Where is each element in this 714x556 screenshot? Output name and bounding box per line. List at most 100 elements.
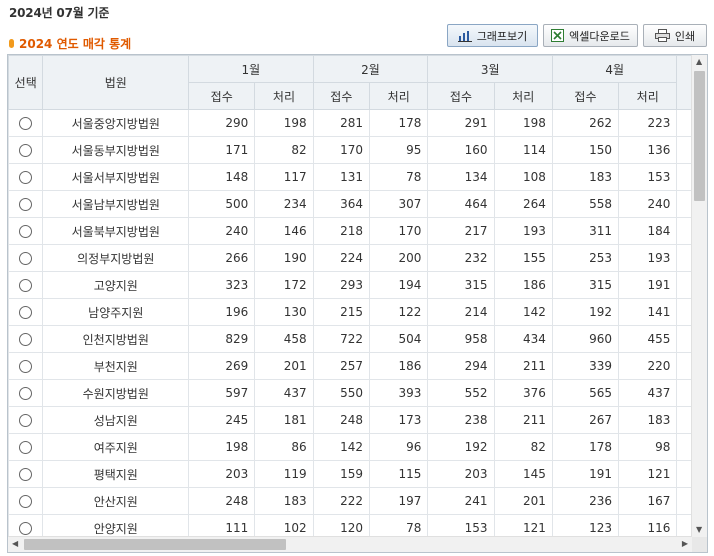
value-cell: 191 xyxy=(551,460,620,488)
excel-download-button[interactable]: 엑셀다운로드 xyxy=(543,24,638,47)
table-row[interactable]: 여주지원 198 86 142 96 192 82 178 98 xyxy=(8,433,707,461)
row-select-radio[interactable] xyxy=(19,144,33,157)
row-select-radio[interactable] xyxy=(19,279,33,292)
value-cell: 211 xyxy=(493,406,553,434)
row-select-radio[interactable] xyxy=(19,414,33,427)
select-cell[interactable] xyxy=(8,460,44,488)
select-cell[interactable] xyxy=(8,406,44,434)
court-name-cell: 부천지원 xyxy=(42,352,190,380)
row-select-radio[interactable] xyxy=(19,468,33,481)
table-row[interactable]: 서울중앙지방법원 290 198 281 178 291 198 262 223 xyxy=(8,109,707,137)
row-select-radio[interactable] xyxy=(19,225,33,238)
value-cell: 201 xyxy=(493,487,553,515)
court-header: 법원 xyxy=(42,55,190,110)
value-cell: 245 xyxy=(188,406,256,434)
print-button[interactable]: 인쇄 xyxy=(643,24,707,47)
select-cell[interactable] xyxy=(8,163,44,191)
value-cell: 134 xyxy=(427,163,495,191)
select-cell[interactable] xyxy=(8,190,44,218)
table-row[interactable]: 부천지원 269 201 257 186 294 211 339 220 xyxy=(8,352,707,380)
value-cell: 215 xyxy=(312,298,371,326)
select-cell[interactable] xyxy=(8,244,44,272)
row-select-radio[interactable] xyxy=(19,198,33,211)
table-row[interactable]: 평택지원 203 119 159 115 203 145 191 121 xyxy=(8,460,707,488)
court-name-cell: 서울남부지방법원 xyxy=(42,190,190,218)
value-cell: 192 xyxy=(427,433,495,461)
row-select-radio[interactable] xyxy=(19,117,33,130)
printer-icon xyxy=(654,29,670,42)
value-cell: 203 xyxy=(188,460,256,488)
value-cell: 376 xyxy=(493,379,553,407)
value-cell: 198 xyxy=(188,433,256,461)
select-cell[interactable] xyxy=(8,379,44,407)
scroll-up-icon[interactable]: ▲ xyxy=(696,58,702,66)
receipt-header: 접수 xyxy=(427,82,495,110)
select-cell[interactable] xyxy=(8,136,44,164)
value-cell: 294 xyxy=(427,352,495,380)
print-label: 인쇄 xyxy=(674,29,696,43)
value-cell: 184 xyxy=(618,217,678,245)
table-row[interactable]: 서울북부지방법원 240 146 218 170 217 193 311 184 xyxy=(8,217,707,245)
select-cell[interactable] xyxy=(8,487,44,515)
value-cell: 240 xyxy=(618,190,678,218)
scroll-down-icon[interactable]: ▼ xyxy=(696,526,702,534)
value-cell: 96 xyxy=(369,433,429,461)
row-select-radio[interactable] xyxy=(19,522,33,535)
value-cell: 136 xyxy=(618,136,678,164)
table-row[interactable]: 서울남부지방법원 500 234 364 307 464 264 558 240 xyxy=(8,190,707,218)
row-select-radio[interactable] xyxy=(19,252,33,265)
value-cell: 115 xyxy=(369,460,429,488)
row-select-radio[interactable] xyxy=(19,333,33,346)
table-row[interactable]: 안산지원 248 183 222 197 241 201 236 167 xyxy=(8,487,707,515)
table-row[interactable]: 의정부지방법원 266 190 224 200 232 155 253 193 xyxy=(8,244,707,272)
table-row[interactable]: 수원지방법원 597 437 550 393 552 376 565 437 xyxy=(8,379,707,407)
value-cell: 211 xyxy=(493,352,553,380)
section-title: 2024 연도 매각 통계 xyxy=(9,35,131,52)
table-row[interactable]: 고양지원 323 172 293 194 315 186 315 191 xyxy=(8,271,707,299)
select-cell[interactable] xyxy=(8,298,44,326)
horizontal-scrollbar[interactable]: ◀ ▶ xyxy=(8,536,692,552)
scroll-left-icon[interactable]: ◀ xyxy=(12,540,18,548)
value-cell: 393 xyxy=(369,379,429,407)
value-cell: 550 xyxy=(312,379,371,407)
vertical-scroll-thumb[interactable] xyxy=(694,71,705,201)
court-name-cell: 인천지방법원 xyxy=(42,325,190,353)
select-cell[interactable] xyxy=(8,352,44,380)
value-cell: 78 xyxy=(369,163,429,191)
value-cell: 86 xyxy=(254,433,314,461)
select-cell[interactable] xyxy=(8,433,44,461)
value-cell: 193 xyxy=(618,244,678,272)
select-cell[interactable] xyxy=(8,325,44,353)
horizontal-scroll-thumb[interactable] xyxy=(24,539,286,550)
statistics-grid: 선택 법원 1월 2월 3월 4월 접수 처리 접수 처리 접수 처리 접수 처… xyxy=(7,54,708,553)
value-cell: 150 xyxy=(551,136,620,164)
value-cell: 141 xyxy=(618,298,678,326)
value-cell: 281 xyxy=(312,109,371,137)
row-select-radio[interactable] xyxy=(19,306,33,319)
month-header: 2월 xyxy=(312,55,429,83)
table-row[interactable]: 인천지방법원 829 458 722 504 958 434 960 455 xyxy=(8,325,707,353)
value-cell: 829 xyxy=(188,325,256,353)
row-select-radio[interactable] xyxy=(19,171,33,184)
select-cell[interactable] xyxy=(8,109,44,137)
value-cell: 114 xyxy=(493,136,553,164)
value-cell: 201 xyxy=(254,352,314,380)
row-select-radio[interactable] xyxy=(19,387,33,400)
table-row[interactable]: 성남지원 245 181 248 173 238 211 267 183 xyxy=(8,406,707,434)
vertical-scrollbar[interactable]: ▲ ▼ xyxy=(691,55,707,537)
section-title-text: 2024 연도 매각 통계 xyxy=(19,37,132,51)
court-name-cell: 서울동부지방법원 xyxy=(42,136,190,164)
row-select-radio[interactable] xyxy=(19,441,33,454)
row-select-radio[interactable] xyxy=(19,360,33,373)
row-select-radio[interactable] xyxy=(19,495,33,508)
table-row[interactable]: 남양주지원 196 130 215 122 214 142 192 141 xyxy=(8,298,707,326)
value-cell: 437 xyxy=(618,379,678,407)
scroll-right-icon[interactable]: ▶ xyxy=(682,540,688,548)
court-name-cell: 서울중앙지방법원 xyxy=(42,109,190,137)
court-name-cell: 남양주지원 xyxy=(42,298,190,326)
select-cell[interactable] xyxy=(8,217,44,245)
graph-view-button[interactable]: 그래프보기 xyxy=(447,24,538,47)
table-row[interactable]: 서울동부지방법원 171 82 170 95 160 114 150 136 xyxy=(8,136,707,164)
select-cell[interactable] xyxy=(8,271,44,299)
table-row[interactable]: 서울서부지방법원 148 117 131 78 134 108 183 153 xyxy=(8,163,707,191)
